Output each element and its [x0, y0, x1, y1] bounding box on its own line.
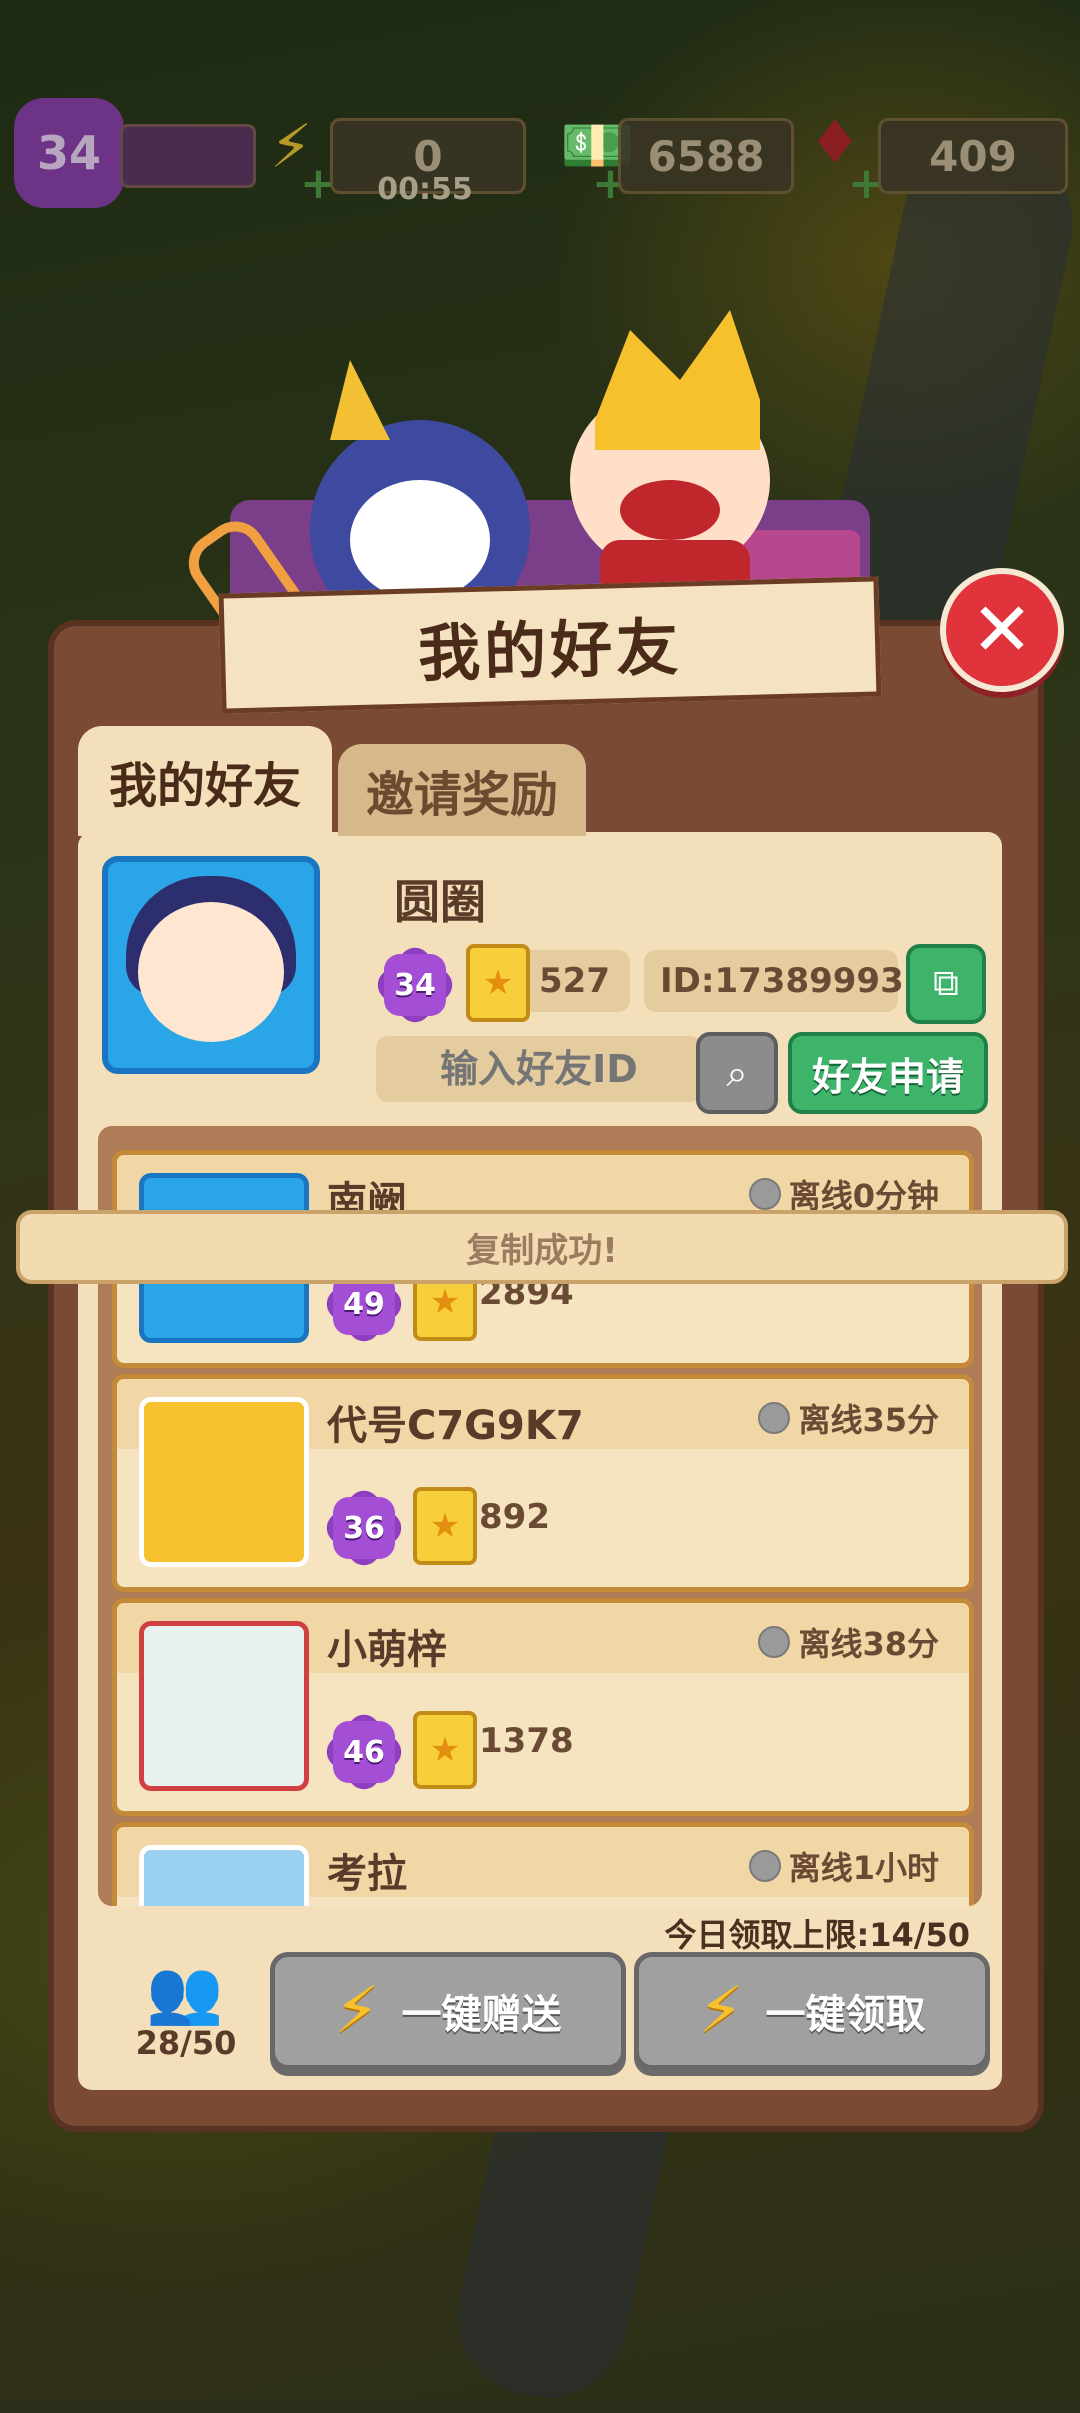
friend-row[interactable]: 小萌梓 离线38分 46 ★ 1378 — [112, 1598, 974, 1816]
friend-name: 小萌梓 — [327, 1627, 447, 1673]
my-name: 圆圈 — [394, 875, 486, 929]
copy-success-toast: 复制成功! — [16, 1210, 1068, 1284]
claim-all-button[interactable]: ⚡ 一键领取 — [634, 1952, 990, 2070]
gem-value: 409 — [929, 131, 1017, 181]
offline-dot-icon — [748, 1178, 781, 1210]
my-id-text: ID:17389993 — [660, 961, 904, 1001]
friend-level-badge: 46 — [320, 1708, 408, 1796]
bolt-icon: ⚡ — [698, 1974, 744, 2048]
search-icon: ⌕ — [726, 1050, 748, 1095]
dialog-title: 我的好友 — [218, 576, 882, 714]
player-level-badge[interactable]: 34 — [8, 92, 130, 214]
gem-counter[interactable]: 409 — [878, 118, 1068, 194]
my-avatar[interactable] — [102, 856, 320, 1074]
my-cards-value: 527 — [539, 961, 610, 1001]
my-level-badge: 34 — [371, 941, 459, 1029]
friend-avatar[interactable] — [139, 1845, 309, 1906]
friends-icon: 👥 — [146, 1955, 224, 2028]
friend-count: 28/50 — [135, 2024, 237, 2062]
tab-invite-rewards[interactable]: 邀请奖励 — [338, 744, 586, 836]
card-star-icon: ★ — [466, 944, 530, 1022]
claim-all-label: 一键领取 — [765, 1992, 926, 2038]
offline-dot-icon — [758, 1402, 791, 1434]
cash-counter[interactable]: 6588 — [618, 118, 794, 194]
header-characters-illustration — [230, 310, 870, 620]
search-button[interactable]: ⌕ — [696, 1032, 778, 1114]
friend-level-badge: 36 — [320, 1484, 408, 1572]
send-all-button[interactable]: ⚡ 一键赠送 — [270, 1952, 626, 2070]
cash-value: 6588 — [647, 131, 765, 181]
friend-cards: 892 — [479, 1497, 550, 1537]
card-star-icon: ★ — [413, 1711, 477, 1789]
friend-avatar[interactable] — [139, 1621, 309, 1791]
bolt-icon: ⚡ — [334, 1974, 380, 2048]
friend-row[interactable]: 代号C7G9K7 离线35分 36 ★ 892 — [112, 1374, 974, 1592]
friend-cards: 1378 — [479, 1721, 574, 1761]
daily-claim-limit: 今日领取上限:14/50 — [664, 1916, 970, 1954]
card-star-icon: ★ — [413, 1487, 477, 1565]
my-id-pill: ID:17389993 — [644, 950, 904, 1012]
copy-icon: ⧉ — [933, 963, 959, 1004]
close-button[interactable]: ✕ — [940, 568, 1064, 692]
friend-name: 代号C7G9K7 — [327, 1403, 584, 1449]
friend-status: 离线1小时 — [748, 1843, 939, 1889]
close-icon: ✕ — [970, 587, 1033, 673]
friend-avatar[interactable] — [139, 1397, 309, 1567]
friend-status: 离线35分 — [758, 1395, 939, 1441]
energy-timer: 00:55 — [377, 172, 473, 207]
copy-id-button[interactable]: ⧉ — [906, 944, 986, 1024]
friend-status: 离线38分 — [758, 1619, 939, 1665]
friend-requests-button[interactable]: 好友申请 — [788, 1032, 988, 1114]
friend-row[interactable]: 考拉 离线1小时 — [112, 1822, 974, 1906]
friend-name: 考拉 — [327, 1851, 407, 1897]
player-level-text: 34 — [36, 126, 101, 180]
send-all-label: 一键赠送 — [401, 1992, 562, 2038]
offline-dot-icon — [758, 1626, 791, 1658]
my-level-text: 34 — [394, 967, 436, 1003]
level-progress-bar — [120, 124, 256, 188]
offline-dot-icon — [748, 1850, 781, 1882]
tab-my-friends[interactable]: 我的好友 — [78, 726, 332, 836]
friend-id-search-input[interactable] — [376, 1036, 702, 1102]
